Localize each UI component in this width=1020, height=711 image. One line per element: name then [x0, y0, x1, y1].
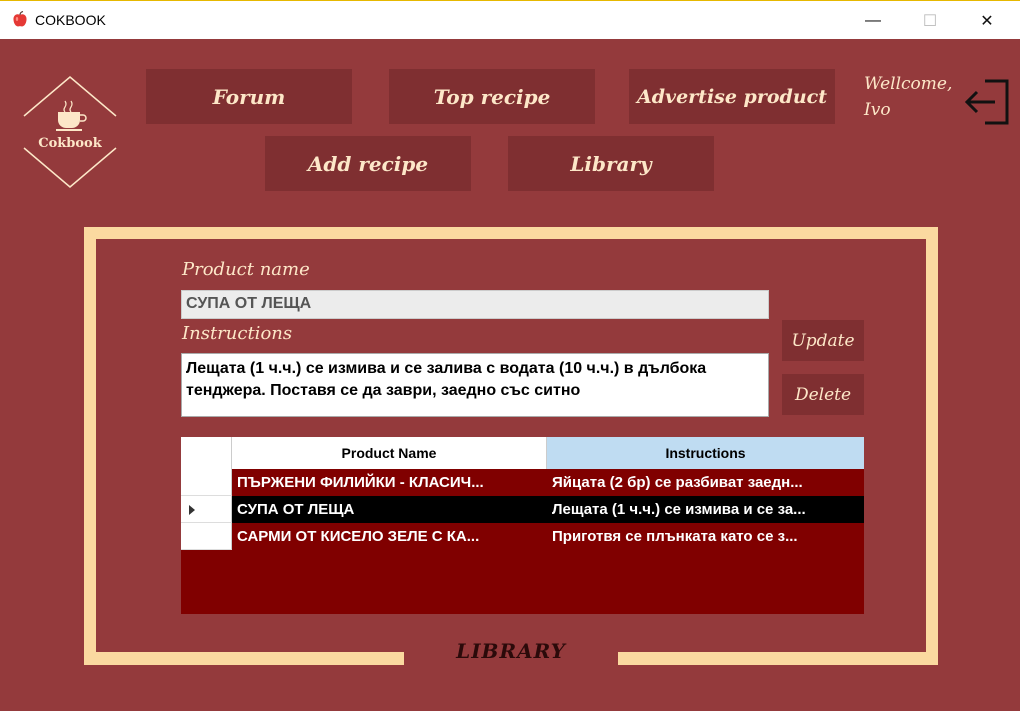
welcome-greeting: Wellcome,	[864, 74, 953, 94]
delete-button[interactable]: Delete	[782, 374, 864, 415]
frame-bottom-right-border	[618, 652, 938, 665]
cell-product-name[interactable]: СУПА ОТ ЛЕЩА	[232, 496, 547, 523]
window-title: COKBOOK	[35, 12, 106, 28]
frame-bottom-left-border	[84, 652, 404, 665]
welcome-text: Wellcome, Ivo	[864, 71, 952, 123]
cell-product-name[interactable]: САРМИ ОТ КИСЕЛО ЗЕЛЕ С КА...	[232, 523, 547, 550]
maximize-button[interactable]: ☐	[907, 1, 953, 40]
recipes-grid[interactable]: Product Name Instructions ПЪРЖЕНИ ФИЛИЙК…	[181, 437, 864, 614]
column-header-product-name[interactable]: Product Name	[232, 437, 547, 469]
grid-header: Product Name Instructions	[181, 437, 864, 469]
cell-instructions[interactable]: Лещата (1 ч.ч.) се измива и се за...	[547, 496, 864, 523]
frame-left-border	[84, 227, 96, 665]
table-row[interactable]: ПЪРЖЕНИ ФИЛИЙКИ - КЛАСИЧ... Яйцата (2 бр…	[181, 469, 864, 496]
user-name: Ivo	[864, 100, 891, 120]
instructions-label: Instructions	[182, 323, 293, 344]
cell-product-name[interactable]: ПЪРЖЕНИ ФИЛИЙКИ - КЛАСИЧ...	[232, 469, 547, 496]
row-header[interactable]	[181, 469, 232, 496]
row-header[interactable]	[181, 523, 232, 550]
column-header-instructions[interactable]: Instructions	[547, 437, 864, 469]
frame-label: LIBRARY	[456, 639, 566, 663]
table-row-selected[interactable]: СУПА ОТ ЛЕЩА Лещата (1 ч.ч.) се измива и…	[181, 496, 864, 523]
row-header[interactable]	[181, 496, 232, 523]
logout-icon[interactable]	[963, 77, 1011, 127]
cokbook-logo: Cokbook	[22, 76, 118, 188]
grid-corner-cell	[181, 437, 232, 469]
main-panel: Cokbook Forum Top recipe Advertise produ…	[0, 39, 1020, 711]
update-button[interactable]: Update	[782, 320, 864, 361]
instructions-textarea[interactable]: Лещата (1 ч.ч.) се измива и се залива с …	[181, 353, 769, 417]
logo-text: Cokbook	[38, 136, 102, 151]
close-button[interactable]: ✕	[964, 1, 1010, 40]
current-row-arrow-icon	[189, 505, 195, 515]
top-recipe-button[interactable]: Top recipe	[389, 69, 595, 124]
minimize-button[interactable]: —	[850, 1, 896, 40]
frame-right-border	[926, 227, 938, 665]
apple-icon	[13, 11, 27, 27]
cell-instructions[interactable]: Приготвя се плънката като се з...	[547, 523, 864, 550]
title-bar: COKBOOK — ☐ ✕	[0, 0, 1020, 39]
advertise-product-button[interactable]: Advertise product	[629, 69, 835, 124]
library-button[interactable]: Library	[508, 136, 714, 191]
table-row[interactable]: САРМИ ОТ КИСЕЛО ЗЕЛЕ С КА... Приготвя се…	[181, 523, 864, 550]
logo-diamond-icon	[23, 76, 117, 188]
product-name-input[interactable]: СУПА ОТ ЛЕЩА	[181, 290, 769, 319]
forum-button[interactable]: Forum	[146, 69, 352, 124]
product-name-label: Product name	[182, 259, 310, 280]
add-recipe-button[interactable]: Add recipe	[265, 136, 471, 191]
frame-top-border	[84, 227, 938, 239]
cell-instructions[interactable]: Яйцата (2 бр) се разбиват заедн...	[547, 469, 864, 496]
